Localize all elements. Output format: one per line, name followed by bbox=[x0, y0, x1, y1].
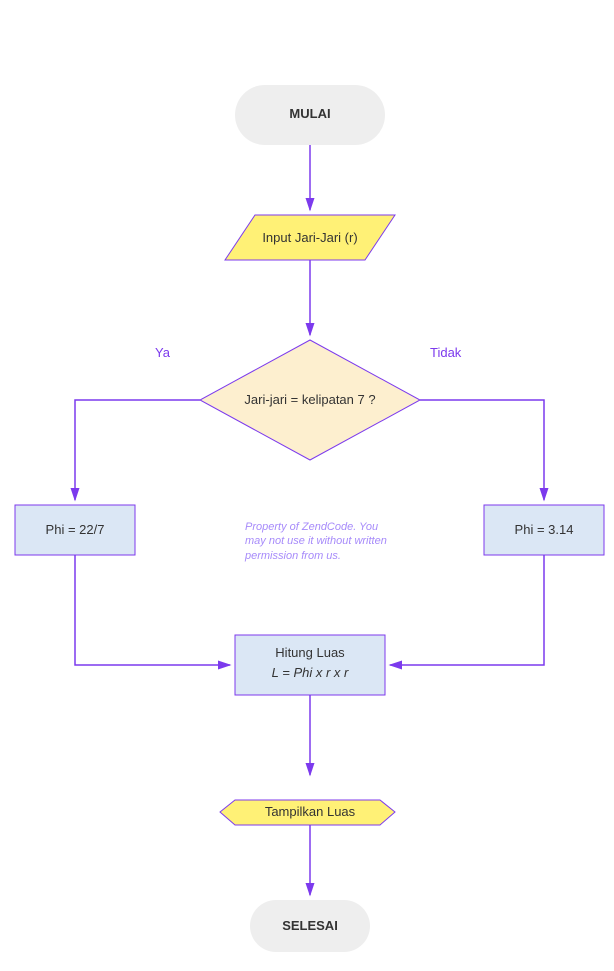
phi-right-node bbox=[484, 505, 604, 555]
edge-decision-no bbox=[420, 400, 544, 500]
edge-decision-yes bbox=[75, 400, 200, 500]
input-node bbox=[225, 215, 395, 260]
flowchart-svg bbox=[0, 0, 614, 971]
end-node bbox=[250, 900, 370, 952]
edge-phi-right-compute bbox=[390, 555, 544, 665]
edge-phi-left-compute bbox=[75, 555, 230, 665]
compute-node bbox=[235, 635, 385, 695]
start-node bbox=[235, 85, 385, 145]
phi-left-node bbox=[15, 505, 135, 555]
output-node bbox=[220, 800, 395, 825]
decision-node bbox=[200, 340, 420, 460]
